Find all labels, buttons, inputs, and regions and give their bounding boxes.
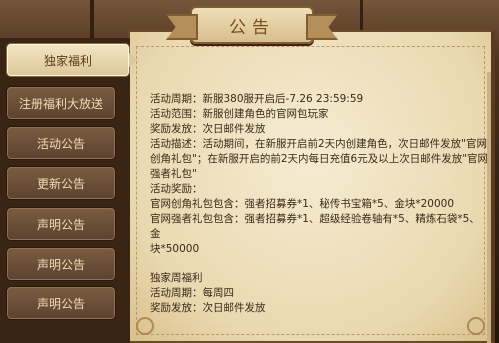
content-scrollbar[interactable] (487, 72, 491, 343)
announcement-panel: 活动周期：新服380服开启后-7.26 23:59:59 活动范围：新服创建角色… (128, 30, 495, 343)
content-line: 活动描述：活动期间，在新服开启前2天内创建角色，次日邮件发放"官网 (150, 138, 488, 150)
sidebar-item-event-announcement[interactable]: 活动公告 (6, 126, 116, 160)
content-line: 活动周期：新服380服开启后-7.26 23:59:59 (150, 93, 364, 105)
sidebar-item-statement-announcement[interactable]: 声明公告 (6, 247, 116, 281)
sidebar-item-statement-announcement[interactable]: 声明公告 (6, 286, 116, 320)
content-line: 活动周期：每周四 (150, 287, 234, 299)
content-line: 奖励发放：次日邮件发放 (150, 302, 266, 314)
corner-ornament-icon (467, 317, 485, 335)
content-line: 块*50000 (150, 243, 200, 255)
content-line: 活动奖励： (150, 183, 203, 195)
page-title: 公告 (190, 6, 314, 44)
sidebar-item-registration-benefits[interactable]: 注册福利大放送 (6, 86, 116, 120)
content-line: 官网强者礼包包含：强者招募券*1、超级经验卷轴有*5、精炼石袋*5、金 (150, 213, 480, 240)
sidebar-item-exclusive-benefits[interactable]: 独家福利 (6, 43, 138, 77)
corner-ornament-icon (136, 317, 154, 335)
announcement-content: 活动周期：新服380服开启后-7.26 23:59:59 活动范围：新服创建角色… (150, 92, 490, 316)
sidebar-item-statement-announcement[interactable]: 声明公告 (6, 207, 116, 241)
sidebar-item-update-announcement[interactable]: 更新公告 (6, 166, 116, 200)
content-line: 独家周福利 (150, 272, 203, 284)
game-scene: 活动周期：新服380服开启后-7.26 23:59:59 活动范围：新服创建角色… (0, 0, 499, 343)
content-line: 强者礼包" (150, 168, 197, 180)
content-line: 创角礼包"；在新服开启的前2天内每日充值6元及以上次日邮件发放"官网 (150, 153, 489, 165)
content-line: 活动范围：新服创建角色的官网包玩家 (150, 108, 329, 120)
content-line: 官网创角礼包包含：强者招募券*1、秘传书宝箱*5、金块*20000 (150, 198, 455, 210)
sidebar: 独家福利 注册福利大放送 活动公告 更新公告 声明公告 声明公告 声明公告 (0, 38, 138, 343)
content-line: 奖励发放：次日邮件发放 (150, 123, 266, 135)
